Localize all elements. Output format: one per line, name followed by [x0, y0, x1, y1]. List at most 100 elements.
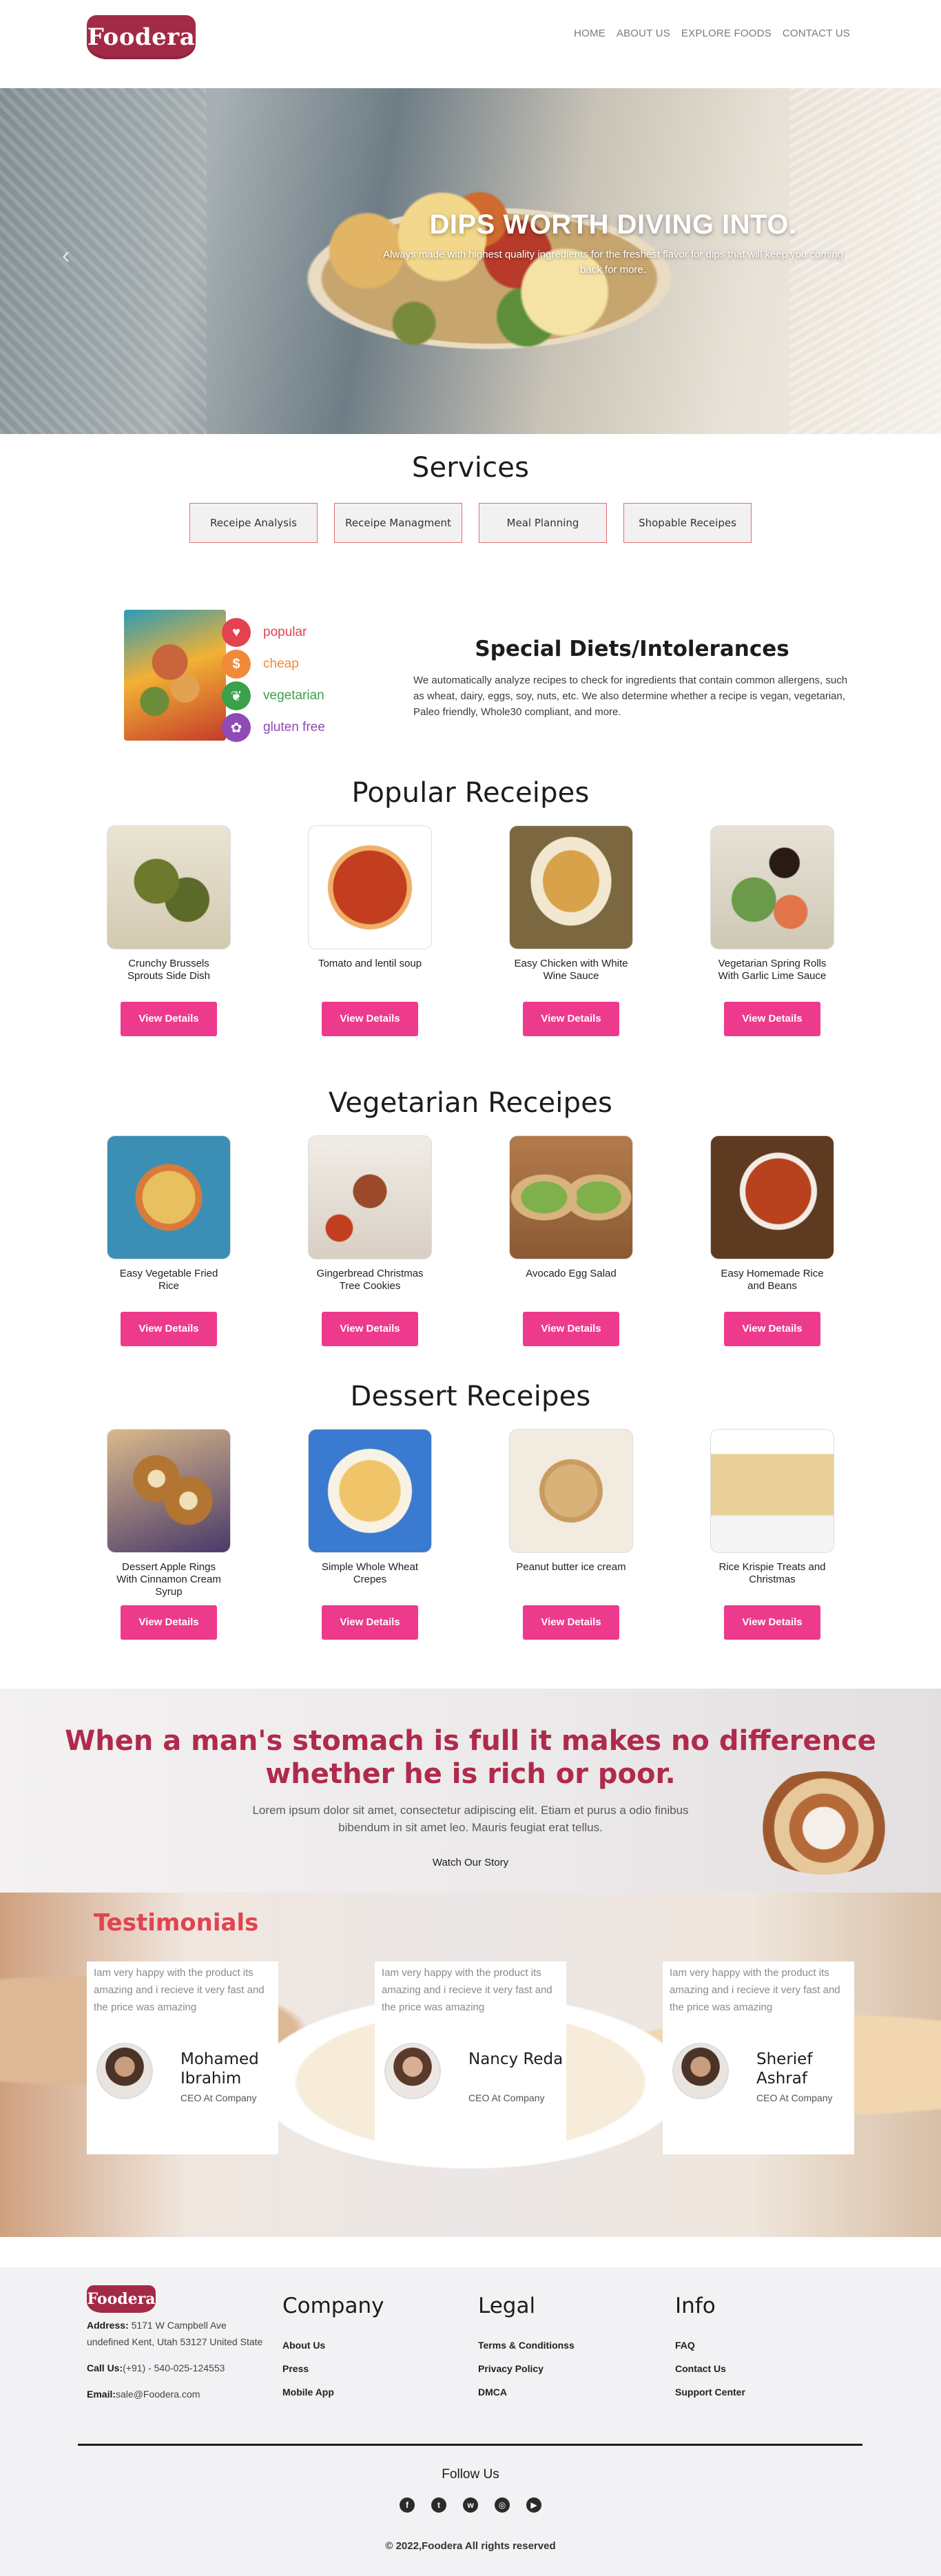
footer-link-faq[interactable]: FAQ [675, 2333, 745, 2357]
follow-us-label: Follow Us [442, 2467, 499, 2482]
footer: Foodera Address: 5171 W Campbell Ave und… [0, 2267, 941, 2576]
recipe-image[interactable] [710, 825, 834, 949]
logo[interactable]: Foodera [87, 15, 196, 59]
diets-section: ♥ popular $ cheap ❦ vegetarian ✿ gluten … [0, 586, 941, 772]
recipe-image[interactable] [710, 1135, 834, 1259]
recipe-card: Easy Homemade Rice and Beans View Detail… [710, 1135, 834, 1346]
footer-link-mobile-app[interactable]: Mobile App [282, 2380, 384, 2404]
view-details-button[interactable]: View Details [322, 1002, 418, 1036]
recipe-image[interactable] [509, 1429, 633, 1553]
testimonial-card: Iam very happy with the product its amaz… [663, 1961, 854, 2154]
navbar: Foodera HOME ABOUT US EXPLORE FOODS CONT… [0, 0, 941, 88]
recipe-image[interactable] [308, 825, 432, 949]
diet-tag-popular: ♥ popular [222, 617, 325, 648]
footer-link-dmca[interactable]: DMCA [478, 2380, 575, 2404]
recipe-image[interactable] [509, 1135, 633, 1259]
avatar [672, 2043, 729, 2099]
footer-logo[interactable]: Foodera [87, 2285, 156, 2313]
recipe-image[interactable] [107, 1135, 231, 1259]
social-links: f t w ◎ ▶ [0, 2497, 941, 2513]
recipe-name: Easy Chicken with White Wine Sauce [514, 958, 628, 982]
instagram-icon[interactable]: ◎ [495, 2497, 510, 2513]
recipe-name: Peanut butter ice cream [516, 1561, 626, 1573]
heart-icon: ♥ [222, 618, 251, 647]
copyright: © 2022,Foodera All rights reserved [385, 2540, 556, 2552]
view-details-button[interactable]: View Details [523, 1312, 619, 1346]
youtube-icon[interactable]: ▶ [526, 2497, 541, 2513]
recipe-card: Vegetarian Spring Rolls With Garlic Lime… [710, 825, 834, 1036]
recipe-image[interactable] [107, 825, 231, 949]
testimonials-title: Testimonials [94, 1909, 259, 1937]
footer-column-title: Legal [478, 2294, 536, 2318]
recipe-image[interactable] [509, 825, 633, 949]
diet-tags: ♥ popular $ cheap ❦ vegetarian ✿ gluten … [222, 617, 325, 743]
footer-call: Call Us:(+91) - 540-025-124553 [87, 2360, 269, 2376]
nav-about-us[interactable]: ABOUT US [617, 28, 670, 39]
email-value[interactable]: sale@Foodera.com [116, 2389, 200, 2400]
diet-tag-label: popular [263, 625, 307, 639]
call-value[interactable]: (+91) - 540-025-124553 [123, 2362, 225, 2373]
spacer [0, 2237, 941, 2267]
service-recipe-management[interactable]: Receipe Managment [334, 503, 462, 543]
footer-link-terms[interactable]: Terms & Conditionss [478, 2333, 575, 2357]
view-details-button[interactable]: View Details [724, 1312, 820, 1346]
recipe-name: Tomato and lentil soup [318, 958, 422, 969]
footer-column-title: Company [282, 2294, 384, 2318]
testimonial-role: CEO At Company [180, 2092, 257, 2103]
footer-link-contact-us[interactable]: Contact Us [675, 2357, 745, 2380]
hero-carousel: ‹ › DIPS WORTH DIVING INTO. Always made … [0, 88, 941, 434]
facebook-icon[interactable]: f [400, 2497, 415, 2513]
view-details-button[interactable]: View Details [121, 1605, 217, 1640]
whatsapp-icon[interactable]: w [463, 2497, 478, 2513]
footer-link-about-us[interactable]: About Us [282, 2333, 384, 2357]
recipe-image[interactable] [107, 1429, 231, 1553]
carousel-next-icon[interactable]: › [916, 185, 922, 207]
quote-subtext: Lorem ipsum dolor sit amet, consectetur … [252, 1804, 689, 1834]
diet-tag-label: gluten free [263, 720, 325, 734]
address-label: Address: [87, 2320, 129, 2331]
service-shopable-recipes[interactable]: Shopable Receipes [623, 503, 752, 543]
view-details-button[interactable]: View Details [523, 1002, 619, 1036]
cinnamon-rolls-image [748, 1771, 900, 1875]
testimonial-name: Sherief Ashraf [756, 2050, 813, 2088]
recipe-name: Dessert Apple Rings With Cinnamon Cream … [116, 1561, 221, 1598]
carousel-prev-icon[interactable]: ‹ [62, 243, 70, 269]
nav-home[interactable]: HOME [574, 28, 606, 39]
nav-contact-us[interactable]: CONTACT US [783, 28, 850, 39]
diet-tag-label: vegetarian [263, 688, 324, 703]
recipe-card: Dessert Apple Rings With Cinnamon Cream … [107, 1429, 231, 1640]
service-recipe-analysis[interactable]: Receipe Analysis [189, 503, 318, 543]
popular-recipes-section: Popular Receipes Crunchy Brussels Sprout… [0, 772, 941, 1087]
nav-explore-foods[interactable]: EXPLORE FOODS [681, 28, 772, 39]
recipe-image[interactable] [308, 1135, 432, 1259]
footer-link-press[interactable]: Press [282, 2357, 384, 2380]
footer-link-support-center[interactable]: Support Center [675, 2380, 745, 2404]
services-list: Receipe Analysis Receipe Managment Meal … [0, 503, 941, 543]
view-details-button[interactable]: View Details [523, 1605, 619, 1640]
view-details-button[interactable]: View Details [121, 1312, 217, 1346]
view-details-button[interactable]: View Details [724, 1002, 820, 1036]
view-details-button[interactable]: View Details [322, 1312, 418, 1346]
recipe-grid: Easy Vegetable Fried Rice View Details G… [0, 1135, 941, 1346]
service-meal-planning[interactable]: Meal Planning [479, 503, 607, 543]
view-details-button[interactable]: View Details [121, 1002, 217, 1036]
recipe-card: Peanut butter ice cream View Details [509, 1429, 633, 1640]
dollar-icon: $ [222, 650, 251, 679]
watch-our-story-link[interactable]: Watch Our Story [433, 1857, 508, 1868]
twitter-icon[interactable]: t [431, 2497, 446, 2513]
recipe-card: Crunchy Brussels Sprouts Side Dish View … [107, 825, 231, 1036]
recipe-image[interactable] [710, 1429, 834, 1553]
recipe-card: Easy Vegetable Fried Rice View Details [107, 1135, 231, 1346]
section-title: Vegetarian Receipes [328, 1087, 613, 1119]
diets-title: Special Diets/Intolerances [475, 637, 789, 661]
footer-link-privacy[interactable]: Privacy Policy [478, 2357, 575, 2380]
testimonial-quote: Iam very happy with the product its amaz… [94, 1967, 265, 2013]
recipe-image[interactable] [308, 1429, 432, 1553]
testimonial-quote: Iam very happy with the product its amaz… [670, 1967, 840, 2013]
diets-image [124, 610, 226, 741]
testimonials-section: Testimonials Iam very happy with the pro… [0, 1893, 941, 2237]
hero-text: Always made with highest quality ingredi… [383, 249, 843, 276]
recipe-name: Easy Vegetable Fried Rice [119, 1268, 218, 1292]
view-details-button[interactable]: View Details [322, 1605, 418, 1640]
view-details-button[interactable]: View Details [724, 1605, 820, 1640]
